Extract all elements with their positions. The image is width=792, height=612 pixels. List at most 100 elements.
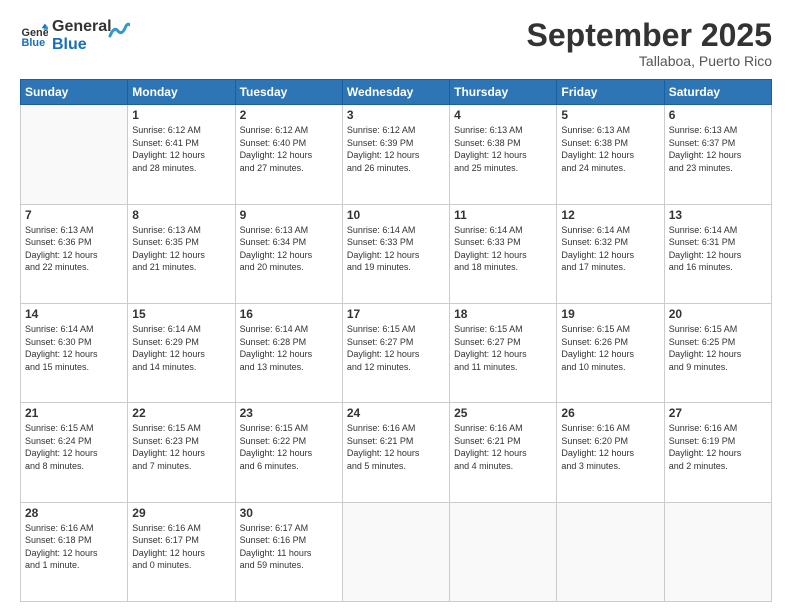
calendar-cell: 30Sunrise: 6:17 AM Sunset: 6:16 PM Dayli… — [235, 502, 342, 601]
day-info: Sunrise: 6:15 AM Sunset: 6:27 PM Dayligh… — [454, 323, 552, 373]
svg-text:Blue: Blue — [22, 37, 46, 49]
day-info: Sunrise: 6:13 AM Sunset: 6:34 PM Dayligh… — [240, 224, 338, 274]
calendar-cell: 19 Sunrise: 6:15 AM Sunset: 6:26 PM Dayli… — [557, 303, 664, 402]
day-info: Sunrise: 6:16 AM Sunset: 6:17 PM Dayligh… — [132, 522, 230, 572]
calendar-cell — [21, 105, 128, 204]
day-info: Sunrise: 6:16 AM Sunset: 6:20 PM Dayligh… — [561, 422, 659, 472]
day-info: Sunrise: 6:14 AM Sunset: 6:32 PM Dayligh… — [561, 224, 659, 274]
day-number: 24 — [347, 406, 445, 420]
title-block: September 2025 Tallaboa, Puerto Rico — [527, 18, 772, 69]
day-number: 16 — [240, 307, 338, 321]
day-info: Sunrise: 6:14 AM Sunset: 6:33 PM Dayligh… — [347, 224, 445, 274]
calendar-header: Sunday Monday Tuesday Wednesday Thursday… — [21, 80, 772, 105]
header: General Blue General Blue September 2025… — [20, 18, 772, 69]
calendar-cell: 8 Sunrise: 6:13 AM Sunset: 6:35 PM Daylig… — [128, 204, 235, 303]
calendar-cell: 18 Sunrise: 6:15 AM Sunset: 6:27 PM Dayli… — [450, 303, 557, 402]
day-number: 1 — [132, 108, 230, 122]
header-monday: Monday — [128, 80, 235, 105]
calendar-cell: 5 Sunrise: 6:13 AM Sunset: 6:38 PM Daylig… — [557, 105, 664, 204]
day-number: 27 — [669, 406, 767, 420]
calendar-cell: 21 Sunrise: 6:15 AM Sunset: 6:24 PM Dayli… — [21, 403, 128, 502]
day-number: 7 — [25, 208, 123, 222]
logo: General Blue General Blue — [20, 18, 130, 53]
day-number: 18 — [454, 307, 552, 321]
header-friday: Friday — [557, 80, 664, 105]
day-info: Sunrise: 6:16 AM Sunset: 6:19 PM Dayligh… — [669, 422, 767, 472]
day-number: 19 — [561, 307, 659, 321]
day-number: 10 — [347, 208, 445, 222]
day-info: Sunrise: 6:16 AM Sunset: 6:18 PM Dayligh… — [25, 522, 123, 572]
day-number: 8 — [132, 208, 230, 222]
calendar-cell: 23Sunrise: 6:15 AM Sunset: 6:22 PM Dayli… — [235, 403, 342, 502]
logo-icon: General Blue — [20, 22, 48, 50]
day-number: 5 — [561, 108, 659, 122]
logo-general: General — [52, 18, 112, 36]
calendar-cell — [342, 502, 449, 601]
day-info: Sunrise: 6:13 AM Sunset: 6:36 PM Dayligh… — [25, 224, 123, 274]
day-info: Sunrise: 6:16 AM Sunset: 6:21 PM Dayligh… — [347, 422, 445, 472]
calendar-cell: 29 Sunrise: 6:16 AM Sunset: 6:17 PM Dayli… — [128, 502, 235, 601]
day-info: Sunrise: 6:15 AM Sunset: 6:27 PM Dayligh… — [347, 323, 445, 373]
header-row: Sunday Monday Tuesday Wednesday Thursday… — [21, 80, 772, 105]
calendar-cell — [664, 502, 771, 601]
day-info: Sunrise: 6:13 AM Sunset: 6:38 PM Dayligh… — [561, 124, 659, 174]
day-info: Sunrise: 6:14 AM Sunset: 6:28 PM Dayligh… — [240, 323, 338, 373]
day-number: 22 — [132, 406, 230, 420]
day-number: 6 — [669, 108, 767, 122]
calendar-cell: 12 Sunrise: 6:14 AM Sunset: 6:32 PM Dayli… — [557, 204, 664, 303]
day-info: Sunrise: 6:12 AM Sunset: 6:40 PM Dayligh… — [240, 124, 338, 174]
day-number: 2 — [240, 108, 338, 122]
day-info: Sunrise: 6:15 AM Sunset: 6:22 PM Dayligh… — [240, 422, 338, 472]
calendar-cell: 4 Sunrise: 6:13 AM Sunset: 6:38 PM Daylig… — [450, 105, 557, 204]
day-number: 11 — [454, 208, 552, 222]
day-info: Sunrise: 6:15 AM Sunset: 6:26 PM Dayligh… — [561, 323, 659, 373]
calendar-cell: 11Sunrise: 6:14 AM Sunset: 6:33 PM Dayli… — [450, 204, 557, 303]
day-number: 12 — [561, 208, 659, 222]
day-number: 29 — [132, 506, 230, 520]
calendar-cell: 22 Sunrise: 6:15 AM Sunset: 6:23 PM Dayli… — [128, 403, 235, 502]
calendar-cell: 6Sunrise: 6:13 AM Sunset: 6:37 PM Daylig… — [664, 105, 771, 204]
day-number: 14 — [25, 307, 123, 321]
calendar-cell: 28Sunrise: 6:16 AM Sunset: 6:18 PM Dayli… — [21, 502, 128, 601]
calendar-cell: 9 Sunrise: 6:13 AM Sunset: 6:34 PM Daylig… — [235, 204, 342, 303]
day-number: 4 — [454, 108, 552, 122]
calendar-cell: 20 Sunrise: 6:15 AM Sunset: 6:25 PM Dayli… — [664, 303, 771, 402]
day-info: Sunrise: 6:17 AM Sunset: 6:16 PM Dayligh… — [240, 522, 338, 572]
day-number: 26 — [561, 406, 659, 420]
day-number: 20 — [669, 307, 767, 321]
calendar-cell: 25Sunrise: 6:16 AM Sunset: 6:21 PM Dayli… — [450, 403, 557, 502]
calendar-cell: 1 Sunrise: 6:12 AM Sunset: 6:41 PM Daylig… — [128, 105, 235, 204]
calendar-cell: 17 Sunrise: 6:15 AM Sunset: 6:27 PM Dayli… — [342, 303, 449, 402]
day-number: 17 — [347, 307, 445, 321]
day-info: Sunrise: 6:14 AM Sunset: 6:31 PM Dayligh… — [669, 224, 767, 274]
calendar-cell: 24 Sunrise: 6:16 AM Sunset: 6:21 PM Dayli… — [342, 403, 449, 502]
header-wednesday: Wednesday — [342, 80, 449, 105]
day-info: Sunrise: 6:13 AM Sunset: 6:35 PM Dayligh… — [132, 224, 230, 274]
calendar-cell: 3Sunrise: 6:12 AM Sunset: 6:39 PM Daylig… — [342, 105, 449, 204]
day-info: Sunrise: 6:13 AM Sunset: 6:38 PM Dayligh… — [454, 124, 552, 174]
calendar-cell: 15Sunrise: 6:14 AM Sunset: 6:29 PM Dayli… — [128, 303, 235, 402]
day-number: 9 — [240, 208, 338, 222]
page: General Blue General Blue September 2025… — [0, 0, 792, 612]
page-subtitle: Tallaboa, Puerto Rico — [527, 53, 772, 69]
logo-blue: Blue — [52, 36, 112, 54]
wave-icon — [108, 21, 130, 41]
day-number: 13 — [669, 208, 767, 222]
day-info: Sunrise: 6:14 AM Sunset: 6:30 PM Dayligh… — [25, 323, 123, 373]
day-info: Sunrise: 6:15 AM Sunset: 6:24 PM Dayligh… — [25, 422, 123, 472]
calendar-table: Sunday Monday Tuesday Wednesday Thursday… — [20, 79, 772, 602]
day-info: Sunrise: 6:12 AM Sunset: 6:41 PM Dayligh… — [132, 124, 230, 174]
day-number: 21 — [25, 406, 123, 420]
header-tuesday: Tuesday — [235, 80, 342, 105]
header-saturday: Saturday — [664, 80, 771, 105]
day-info: Sunrise: 6:14 AM Sunset: 6:29 PM Dayligh… — [132, 323, 230, 373]
calendar-cell: 26 Sunrise: 6:16 AM Sunset: 6:20 PM Dayli… — [557, 403, 664, 502]
calendar-cell: 13 Sunrise: 6:14 AM Sunset: 6:31 PM Dayli… — [664, 204, 771, 303]
calendar-cell: 10 Sunrise: 6:14 AM Sunset: 6:33 PM Dayli… — [342, 204, 449, 303]
day-info: Sunrise: 6:15 AM Sunset: 6:25 PM Dayligh… — [669, 323, 767, 373]
calendar-cell: 14 Sunrise: 6:14 AM Sunset: 6:30 PM Dayli… — [21, 303, 128, 402]
day-info: Sunrise: 6:16 AM Sunset: 6:21 PM Dayligh… — [454, 422, 552, 472]
day-info: Sunrise: 6:15 AM Sunset: 6:23 PM Dayligh… — [132, 422, 230, 472]
day-number: 3 — [347, 108, 445, 122]
calendar-body: 1 Sunrise: 6:12 AM Sunset: 6:41 PM Daylig… — [21, 105, 772, 602]
